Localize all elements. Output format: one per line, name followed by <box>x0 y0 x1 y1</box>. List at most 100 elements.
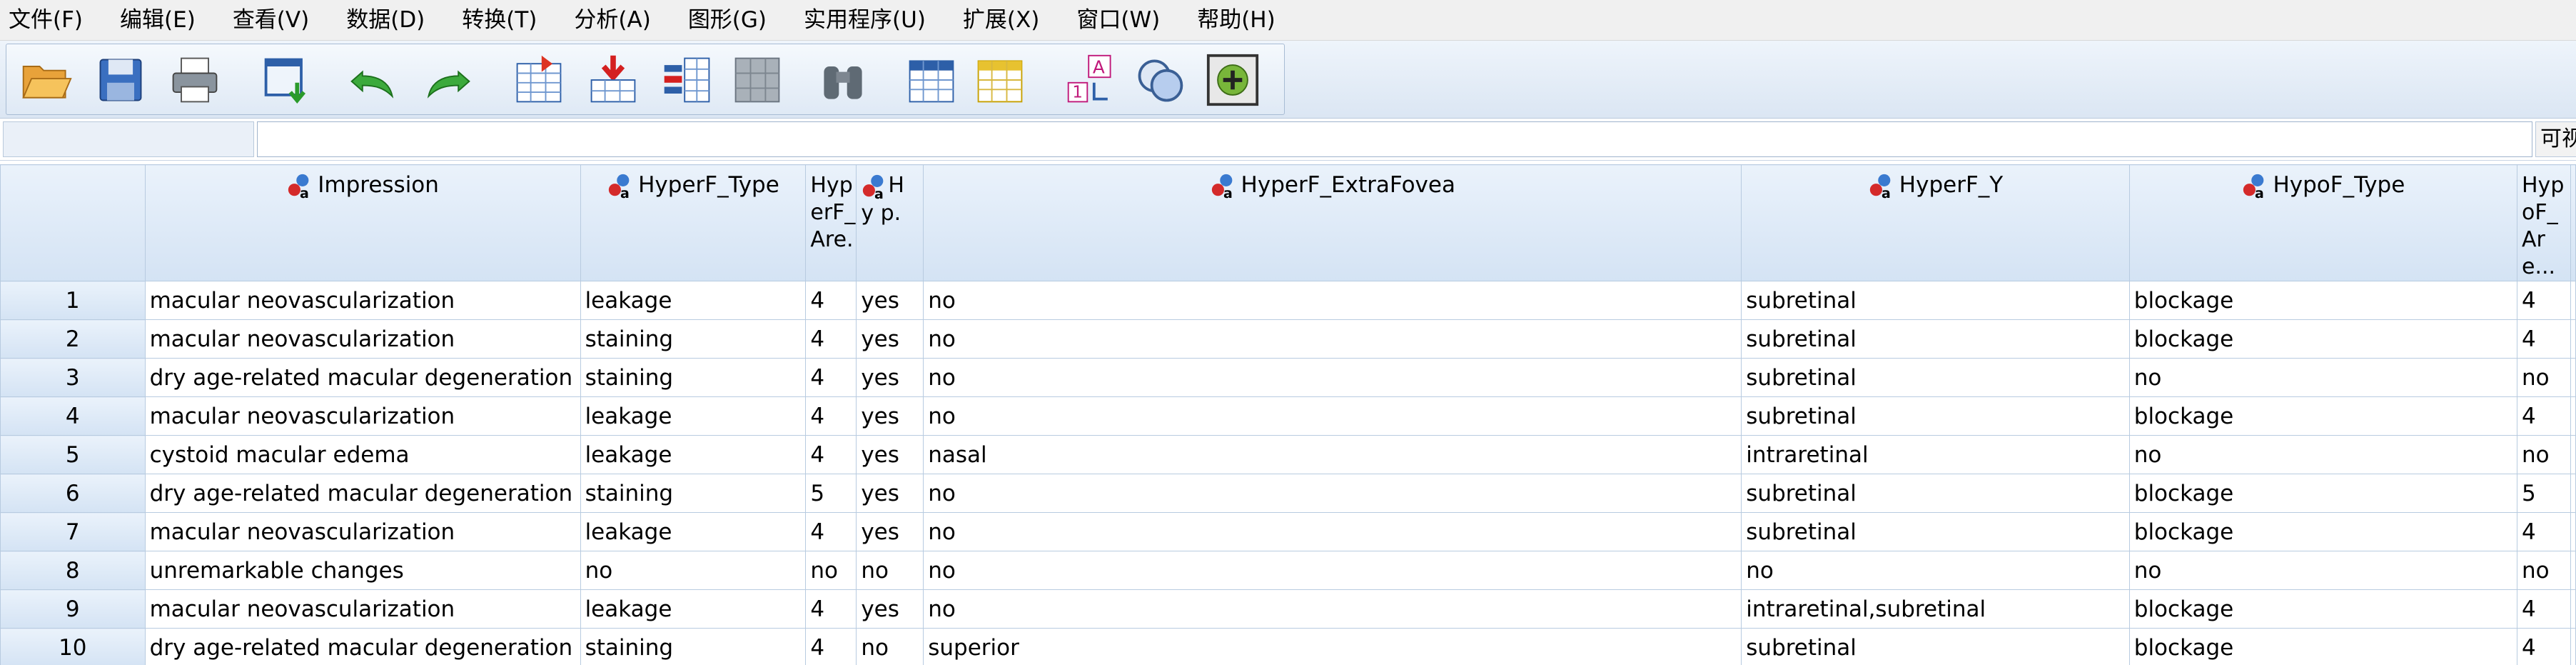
menu-item[interactable]: 扩展(X) <box>954 0 1048 40</box>
data-cell[interactable]: nasal <box>923 435 1742 474</box>
data-cell[interactable]: no <box>2517 551 2571 590</box>
data-cell[interactable]: macular neovascularization <box>144 512 581 551</box>
grid-corner[interactable] <box>0 164 146 281</box>
row-number[interactable]: 10 <box>0 628 146 665</box>
data-cell[interactable]: dry age-related macular degeneration <box>144 358 581 397</box>
data-cell[interactable]: staining <box>580 474 807 513</box>
data-cell[interactable]: yes <box>856 589 924 629</box>
data-cell[interactable]: yes <box>856 358 924 397</box>
data-cell[interactable]: leakage <box>580 435 807 474</box>
save-icon[interactable] <box>91 50 151 110</box>
row-number[interactable]: 4 <box>0 396 146 436</box>
data-cell[interactable]: no <box>923 512 1742 551</box>
data-cell[interactable]: unremarkable changes <box>144 551 581 590</box>
data-cell[interactable]: blockage <box>2128 474 2518 513</box>
data-cell[interactable]: no <box>923 589 1742 629</box>
data-cell[interactable]: 4 <box>805 512 857 551</box>
menu-item[interactable]: 图形(G) <box>680 0 775 40</box>
undo-icon[interactable] <box>343 50 403 110</box>
data-cell-overflow[interactable] <box>2570 319 2576 359</box>
data-cell[interactable]: 4 <box>2517 281 2571 320</box>
data-cell-overflow[interactable] <box>2570 396 2576 436</box>
data-cell[interactable]: no <box>923 396 1742 436</box>
data-cell-overflow[interactable] <box>2570 281 2576 320</box>
data-cell[interactable]: 4 <box>805 281 857 320</box>
select-cases-icon[interactable] <box>970 50 1030 110</box>
insert-variable-icon[interactable] <box>657 50 717 110</box>
row-number[interactable]: 5 <box>0 435 146 474</box>
data-cell[interactable]: blockage <box>2128 319 2518 359</box>
row-number[interactable]: 2 <box>0 319 146 359</box>
data-cell[interactable]: subretinal <box>1741 319 2130 359</box>
column-header[interactable]: a Impression <box>144 164 581 281</box>
row-number[interactable]: 6 <box>0 474 146 513</box>
data-cell[interactable]: macular neovascularization <box>144 319 581 359</box>
data-cell[interactable]: 4 <box>805 628 857 665</box>
data-cell[interactable]: 5 <box>805 474 857 513</box>
data-cell-overflow[interactable] <box>2570 435 2576 474</box>
column-header[interactable]: Hyp erF_ Are. <box>805 164 857 281</box>
row-number[interactable]: 7 <box>0 512 146 551</box>
data-cell[interactable]: blockage <box>2128 512 2518 551</box>
data-cell[interactable]: 4 <box>2517 589 2571 629</box>
data-cell[interactable]: yes <box>856 512 924 551</box>
data-cell[interactable]: no <box>923 281 1742 320</box>
data-cell[interactable]: 4 <box>805 358 857 397</box>
data-cell[interactable]: cystoid macular edema <box>144 435 581 474</box>
data-cell[interactable]: yes <box>856 474 924 513</box>
data-cell[interactable]: staining <box>580 628 807 665</box>
data-cell[interactable]: staining <box>580 319 807 359</box>
data-cell[interactable]: macular neovascularization <box>144 396 581 436</box>
data-cell[interactable]: no <box>856 551 924 590</box>
data-cell[interactable]: no <box>923 551 1742 590</box>
data-cell[interactable]: no <box>2128 435 2518 474</box>
column-header[interactable]: a HyperF_Y <box>1741 164 2130 281</box>
data-cell[interactable]: intraretinal <box>1741 435 2130 474</box>
data-cell[interactable]: macular neovascularization <box>144 281 581 320</box>
data-cell[interactable]: yes <box>856 396 924 436</box>
data-cell[interactable]: dry age-related macular degeneration <box>144 474 581 513</box>
cell-reference-box[interactable] <box>3 121 254 157</box>
row-number[interactable]: 3 <box>0 358 146 397</box>
data-cell[interactable]: no <box>2517 358 2571 397</box>
menu-item[interactable]: 窗口(W) <box>1068 0 1168 40</box>
data-cell-overflow[interactable] <box>2570 474 2576 513</box>
use-sets-icon[interactable] <box>1130 50 1190 110</box>
data-cell[interactable]: no <box>923 319 1742 359</box>
column-header[interactable]: HypoF_Are... <box>2517 164 2571 281</box>
split-file-icon[interactable] <box>727 50 787 110</box>
data-cell[interactable]: leakage <box>580 512 807 551</box>
column-header[interactable]: aH y p. <box>856 164 924 281</box>
row-number[interactable]: 1 <box>0 281 146 320</box>
insert-cases-icon[interactable] <box>583 50 643 110</box>
go-to-case-icon[interactable] <box>509 50 569 110</box>
data-cell[interactable]: 4 <box>2517 628 2571 665</box>
data-cell[interactable]: dry age-related macular degeneration <box>144 628 581 665</box>
data-cell[interactable]: subretinal <box>1741 628 2130 665</box>
data-cell[interactable]: leakage <box>580 281 807 320</box>
menu-item[interactable]: 分析(A) <box>565 0 659 40</box>
cell-value-input[interactable] <box>257 121 2532 157</box>
data-cell[interactable]: no <box>856 628 924 665</box>
data-cell[interactable]: no <box>2128 551 2518 590</box>
spell-check-icon[interactable] <box>1203 50 1263 110</box>
row-number[interactable]: 8 <box>0 551 146 590</box>
data-cell[interactable]: yes <box>856 435 924 474</box>
data-cell[interactable]: yes <box>856 319 924 359</box>
column-header-overflow[interactable] <box>2570 164 2576 281</box>
data-cell[interactable]: leakage <box>580 589 807 629</box>
data-cell[interactable]: blockage <box>2128 589 2518 629</box>
data-cell[interactable]: 4 <box>2517 512 2571 551</box>
data-cell[interactable]: subretinal <box>1741 474 2130 513</box>
data-cell[interactable]: 4 <box>2517 396 2571 436</box>
data-cell[interactable]: 4 <box>805 319 857 359</box>
data-cell[interactable]: intraretinal,subretinal <box>1741 589 2130 629</box>
open-folder-icon[interactable] <box>16 50 76 110</box>
data-cell[interactable]: subretinal <box>1741 512 2130 551</box>
data-cell[interactable]: 4 <box>2517 319 2571 359</box>
data-cell[interactable]: no <box>923 358 1742 397</box>
data-cell[interactable]: subretinal <box>1741 396 2130 436</box>
column-header[interactable]: a HypoF_Type <box>2128 164 2518 281</box>
data-cell[interactable]: subretinal <box>1741 281 2130 320</box>
data-cell[interactable]: subretinal <box>1741 358 2130 397</box>
